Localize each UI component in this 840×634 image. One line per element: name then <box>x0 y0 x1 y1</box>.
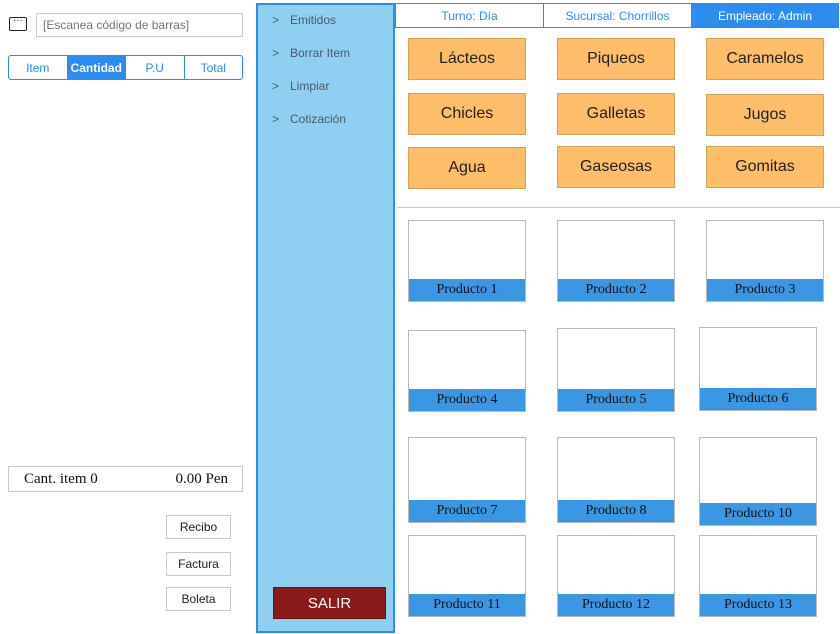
category-piqueos-button[interactable]: Piqueos <box>557 38 675 80</box>
product-card[interactable]: Producto 2 <box>557 220 675 302</box>
side-menu: > Emitidos > Borrar Item > Limpiar > Cot… <box>256 3 395 633</box>
menu-item-emitidos[interactable]: > Emitidos <box>272 13 336 27</box>
menu-item-borrar-item[interactable]: > Borrar Item <box>272 46 350 60</box>
product-card[interactable]: Producto 6 <box>699 327 817 411</box>
product-card[interactable]: Producto 1 <box>408 220 526 302</box>
product-card[interactable]: Producto 5 <box>557 328 675 412</box>
product-label: Producto 1 <box>409 279 525 301</box>
product-label: Producto 7 <box>409 500 525 522</box>
menu-item-label: Emitidos <box>290 13 337 27</box>
cart-column-tabs: Item Cantidad P.U Total <box>8 55 243 80</box>
category-galletas-button[interactable]: Galletas <box>557 93 675 135</box>
product-card[interactable]: Producto 11 <box>408 535 526 617</box>
menu-item-label: Limpiar <box>290 79 330 93</box>
product-label: Producto 10 <box>700 503 816 525</box>
chevron-right-icon: > <box>272 79 280 93</box>
category-lacteos-button[interactable]: Lácteos <box>408 38 526 80</box>
product-card[interactable]: Producto 8 <box>557 437 675 523</box>
product-label: Producto 6 <box>700 388 816 410</box>
menu-item-limpiar[interactable]: > Limpiar <box>272 79 329 93</box>
factura-button[interactable]: Factura <box>166 552 231 576</box>
branch-indicator: Sucursal: Chorrillos <box>543 3 692 28</box>
salir-button[interactable]: SALIR <box>273 587 386 619</box>
product-card[interactable]: Producto 7 <box>408 437 526 523</box>
barcode-scan-icon[interactable]: ··· <box>9 16 27 31</box>
product-card[interactable]: Producto 13 <box>699 535 817 617</box>
employee-indicator: Empleado: Admin <box>691 3 839 28</box>
barcode-search-input[interactable] <box>36 13 243 37</box>
product-card[interactable]: Producto 3 <box>706 220 824 302</box>
product-label: Producto 2 <box>558 279 674 301</box>
product-label: Producto 13 <box>700 594 816 616</box>
chevron-right-icon: > <box>272 46 280 60</box>
product-label: Producto 11 <box>409 594 525 616</box>
tab-item[interactable]: Item <box>9 56 67 79</box>
product-label: Producto 3 <box>707 279 823 301</box>
recibo-button[interactable]: Recibo <box>166 515 231 539</box>
shift-indicator: Turno: Día <box>395 3 544 28</box>
category-chicles-button[interactable]: Chicles <box>408 93 526 135</box>
total-amount-label: 0.00 Pen <box>175 470 229 487</box>
tab-precio-unitario[interactable]: P.U <box>125 56 184 79</box>
product-card[interactable]: Producto 10 <box>699 437 817 526</box>
category-agua-button[interactable]: Agua <box>408 147 526 189</box>
product-label: Producto 4 <box>409 389 525 411</box>
item-count-label: Cant. item 0 <box>24 470 98 487</box>
product-card[interactable]: Producto 4 <box>408 330 526 412</box>
menu-item-label: Cotización <box>290 112 347 126</box>
cart-summary: Cant. item 0 0.00 Pen <box>8 466 243 492</box>
category-gaseosas-button[interactable]: Gaseosas <box>557 146 675 188</box>
product-card[interactable]: Producto 12 <box>557 535 675 617</box>
product-label: Producto 12 <box>558 594 674 616</box>
chevron-right-icon: > <box>272 112 280 126</box>
category-jugos-button[interactable]: Jugos <box>706 94 824 136</box>
product-label: Producto 5 <box>558 389 674 411</box>
menu-item-cotizacion[interactable]: > Cotización <box>272 112 346 126</box>
section-divider <box>397 207 840 208</box>
chevron-right-icon: > <box>272 13 280 27</box>
tab-total[interactable]: Total <box>183 56 243 79</box>
tab-cantidad[interactable]: Cantidad <box>66 56 125 79</box>
menu-item-label: Borrar Item <box>290 46 351 60</box>
product-label: Producto 8 <box>558 500 674 522</box>
category-caramelos-button[interactable]: Caramelos <box>706 38 824 80</box>
category-gomitas-button[interactable]: Gomitas <box>706 146 824 188</box>
boleta-button[interactable]: Boleta <box>166 587 231 611</box>
